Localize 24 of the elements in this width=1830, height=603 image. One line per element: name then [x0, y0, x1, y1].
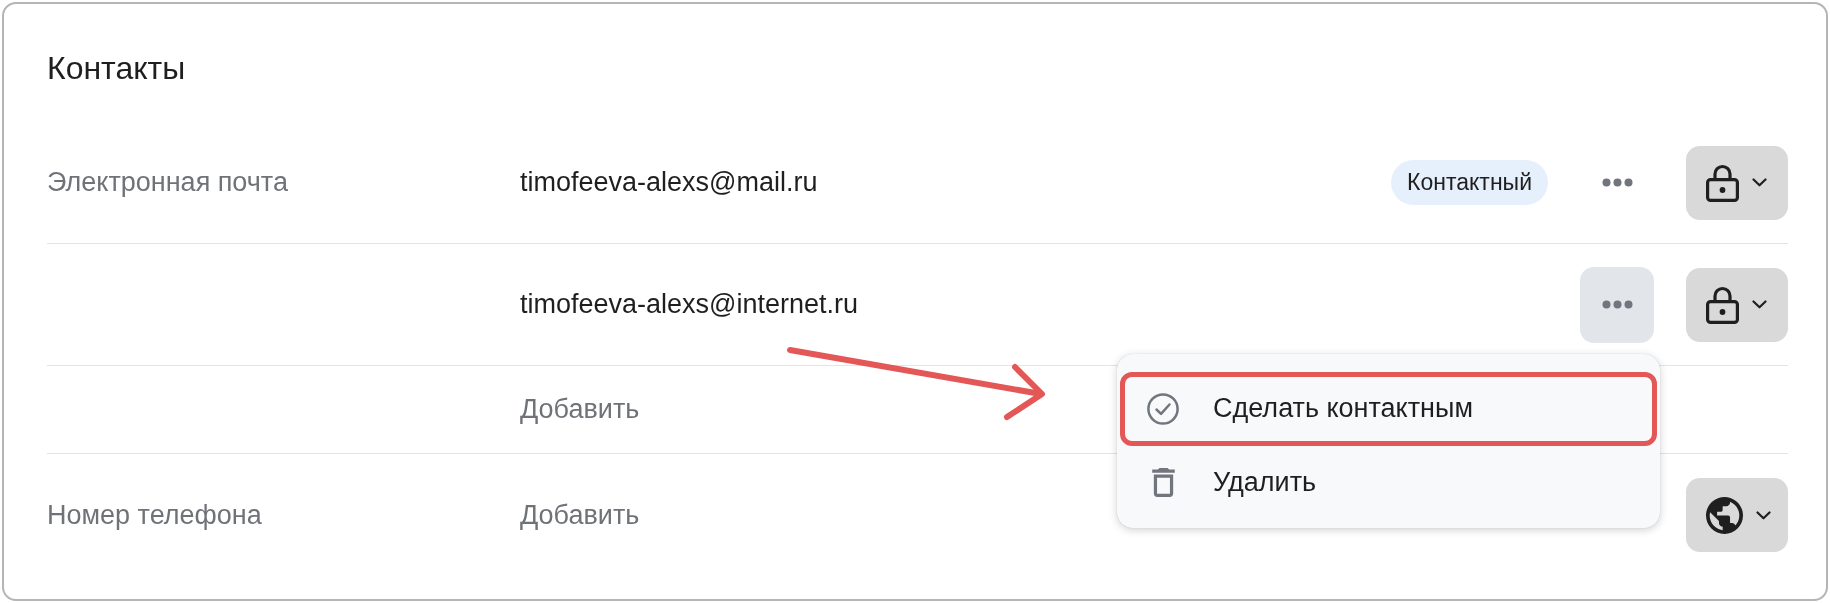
section-title: Контакты	[47, 49, 186, 88]
access-dropdown[interactable]	[1686, 478, 1788, 552]
globe-icon	[1706, 496, 1743, 534]
lock-icon	[1706, 163, 1739, 202]
add-link[interactable]: Добавить	[520, 499, 640, 531]
access-dropdown[interactable]	[1686, 267, 1788, 342]
menu-item[interactable]: Удалить	[1120, 445, 1657, 520]
lock-icon	[1706, 285, 1739, 324]
field-label: Электронная почта	[47, 167, 288, 198]
trash-icon	[1151, 468, 1175, 497]
chevron-down-icon	[1752, 178, 1767, 187]
access-dropdown[interactable]	[1686, 145, 1788, 220]
menu-item[interactable]: Сделать контактным	[1120, 371, 1657, 446]
check-circle-icon	[1147, 392, 1179, 425]
contact-badge: Контактный	[1391, 160, 1548, 205]
field-label: Номер телефона	[47, 499, 262, 531]
more-button[interactable]	[1580, 266, 1654, 343]
email-text: timofeeva-alexs@mail.ru	[520, 167, 818, 198]
ellipsis-icon	[1601, 178, 1633, 187]
add-link[interactable]: Добавить	[520, 394, 640, 425]
chevron-down-icon	[1756, 510, 1771, 520]
email-text: timofeeva-alexs@internet.ru	[520, 289, 859, 320]
ellipsis-icon	[1601, 300, 1633, 309]
chevron-down-icon	[1752, 300, 1767, 309]
